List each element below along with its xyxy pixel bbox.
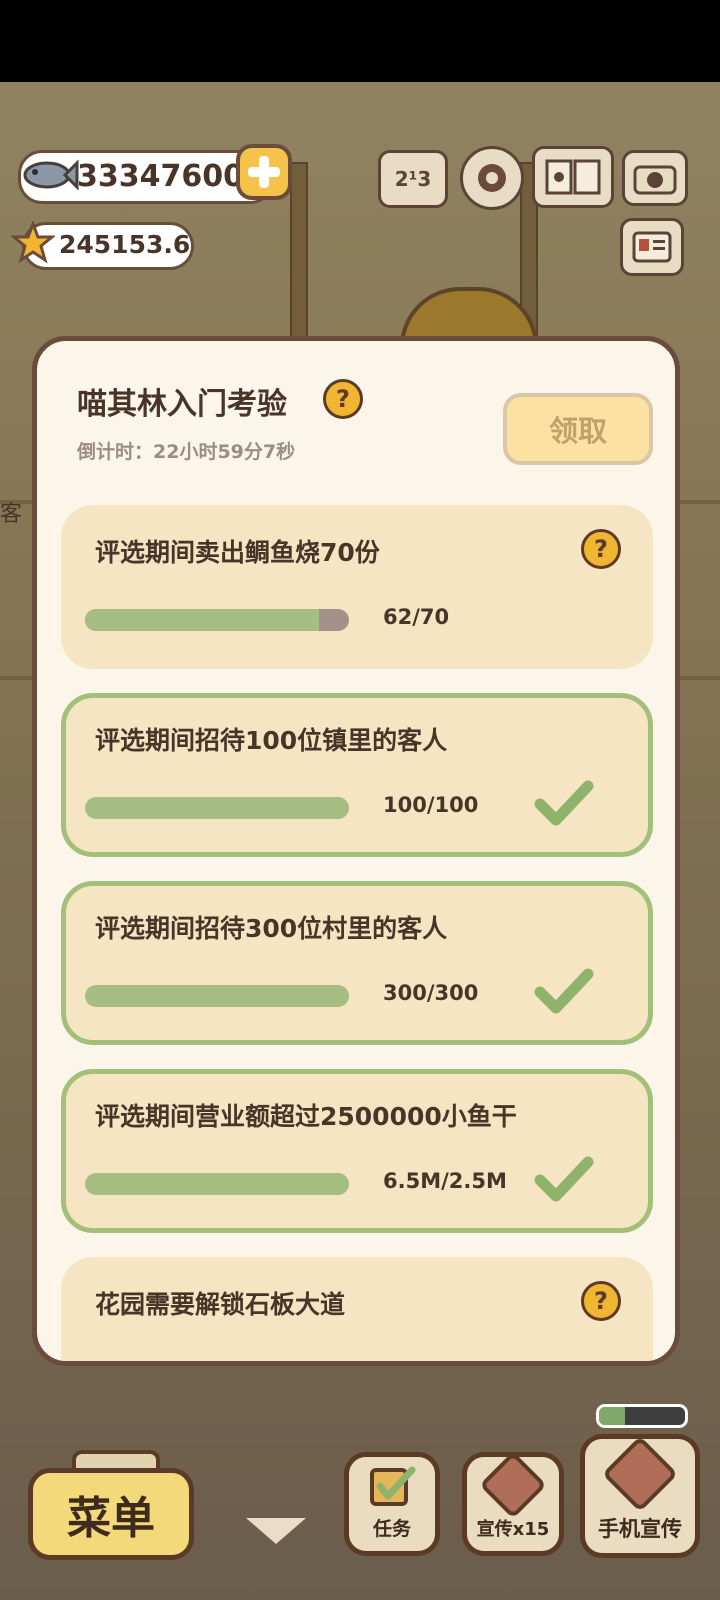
- task-card: 评选期间卖出鲷鱼烧70份 ? 62/70: [61, 505, 653, 669]
- side-label: 客: [0, 502, 23, 527]
- profile-card-button[interactable]: [620, 218, 684, 276]
- title-help-icon[interactable]: ?: [323, 379, 363, 419]
- tasks-label: 任务: [372, 1518, 411, 1540]
- claim-button[interactable]: 领取: [503, 393, 653, 465]
- task-name: 评选期间卖出鲷鱼烧70份: [95, 538, 380, 567]
- promo-label: 宣传x15: [476, 1519, 550, 1540]
- checklist-icon: [370, 1466, 416, 1506]
- task-name: 评选期间招待300位村里的客人: [95, 914, 448, 943]
- menu-button[interactable]: 菜单: [28, 1468, 194, 1560]
- task-progress-text: 300/300: [383, 981, 479, 1005]
- task-progress-text: 100/100: [383, 793, 479, 817]
- task-name: 评选期间招待100位镇里的客人: [95, 726, 448, 755]
- task-progress-fill: [85, 797, 349, 819]
- phone-promo-label: 手机宣传: [598, 1517, 682, 1541]
- task-progress-text: 6.5M/2.5M: [383, 1169, 507, 1193]
- add-currency-button[interactable]: [236, 144, 292, 200]
- phone-icon: [601, 1435, 679, 1513]
- camera-icon: [633, 165, 677, 195]
- task-card: 评选期间营业额超过2500000小鱼干 6.5M/2.5M: [61, 1069, 653, 1233]
- task-progress-bar: [85, 609, 349, 631]
- check-icon: [534, 968, 594, 1014]
- task-progress-bar: [85, 1173, 349, 1195]
- task-name: 评选期间营业额超过2500000小鱼干: [95, 1102, 517, 1131]
- book-button[interactable]: [532, 146, 614, 208]
- flyer-icon: [479, 1451, 547, 1519]
- plus-icon: [248, 156, 280, 188]
- camera-button[interactable]: [622, 150, 688, 206]
- task-progress-bar: [85, 797, 349, 819]
- task-progress-fill: [85, 1173, 349, 1195]
- task-card: 评选期间招待100位镇里的客人 100/100: [61, 693, 653, 857]
- phone-promo-button[interactable]: 手机宣传: [580, 1434, 700, 1558]
- task-progress-fill: [85, 985, 349, 1007]
- task-name: 花园需要解锁石板大道: [95, 1290, 346, 1319]
- task-card: 评选期间招待300位村里的客人 300/300: [61, 881, 653, 1045]
- mini-progress-fill: [599, 1407, 625, 1425]
- task-help-icon[interactable]: ?: [581, 529, 621, 569]
- task-progress-bar: [85, 985, 349, 1007]
- promo-button[interactable]: 宣传x15: [462, 1451, 564, 1556]
- id-card-icon: [632, 231, 672, 263]
- star-currency: 245153.6: [11, 221, 194, 270]
- task-help-icon[interactable]: ?: [581, 1281, 621, 1321]
- ranking-icon: 2¹3: [394, 167, 432, 191]
- star-icon: [11, 221, 55, 264]
- michelin-exam-panel: 喵其林入门考验 ? 倒计时：22小时59分7秒 领取 评选期间卖出鲷鱼烧70份 …: [32, 336, 680, 1366]
- fish-amount: 33347600: [77, 159, 244, 194]
- task-progress-fill: [85, 609, 319, 631]
- task-progress-text: 62/70: [383, 605, 450, 629]
- star-amount: 245153.6: [59, 230, 191, 259]
- gear-icon: [478, 164, 506, 192]
- check-icon: [534, 780, 594, 826]
- check-icon: [534, 1156, 594, 1202]
- panel-title: 喵其林入门考验: [77, 387, 287, 422]
- ranking-button[interactable]: 2¹3: [378, 150, 448, 208]
- book-icon: [545, 159, 601, 195]
- task-card: 花园需要解锁石板大道 ?: [61, 1257, 653, 1361]
- fish-icon: [23, 159, 79, 191]
- collapse-arrow-icon[interactable]: [246, 1518, 306, 1544]
- mini-progress-bar: [596, 1404, 688, 1428]
- settings-button[interactable]: [460, 146, 524, 210]
- status-bar: [0, 0, 720, 82]
- countdown-text: 倒计时：22小时59分7秒: [77, 441, 296, 463]
- tasks-button[interactable]: 任务: [344, 1452, 440, 1556]
